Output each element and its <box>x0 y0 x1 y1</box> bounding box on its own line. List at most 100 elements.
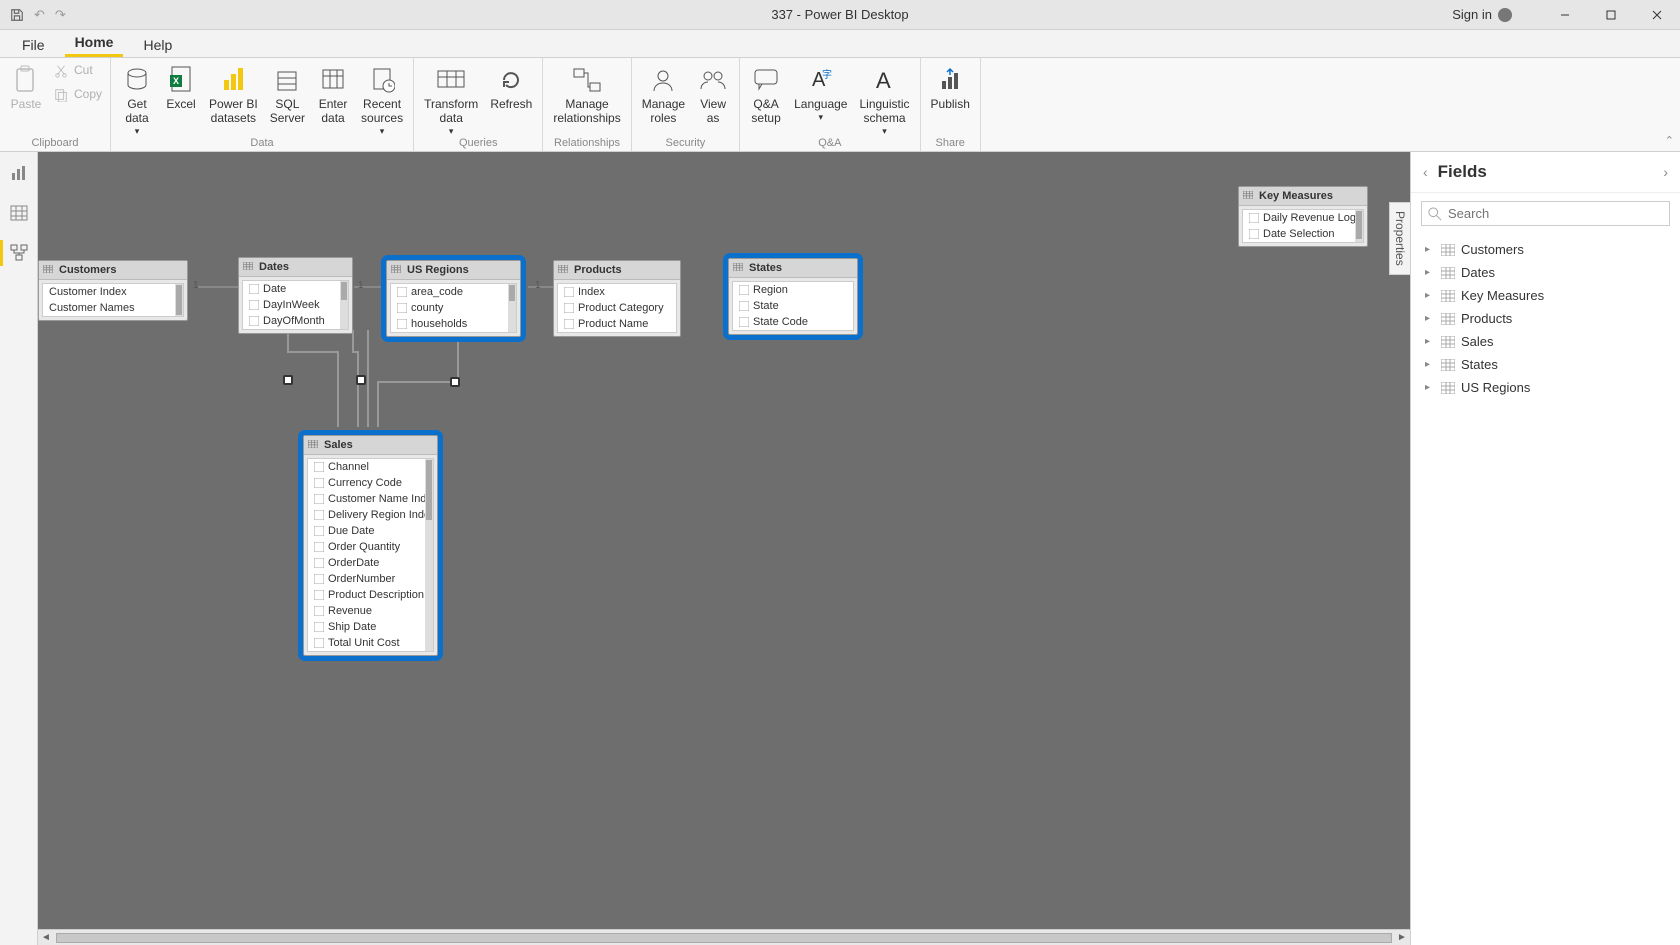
ribbon-caption-relationships: Relationships <box>547 137 626 151</box>
table-customers[interactable]: Customers Customer Index Customer Names <box>38 260 188 321</box>
fields-search[interactable] <box>1421 201 1670 226</box>
field-row[interactable]: Date <box>243 281 348 297</box>
scrollbar[interactable] <box>508 284 516 332</box>
model-view-button[interactable] <box>8 242 30 264</box>
field-row[interactable]: Total Unit Cost <box>308 635 433 651</box>
table-key-measures[interactable]: Key Measures Daily Revenue Logic Date Se… <box>1238 186 1368 247</box>
data-view-button[interactable] <box>8 202 30 224</box>
table-us-regions[interactable]: US Regions area_code county households <box>386 260 521 337</box>
sql-server-button[interactable]: SQL Server <box>264 60 311 126</box>
avatar-icon[interactable] <box>1498 8 1512 22</box>
save-icon[interactable] <box>10 8 24 22</box>
scrollbar[interactable] <box>175 284 183 316</box>
report-view-button[interactable] <box>8 162 30 184</box>
field-row[interactable]: DayOfMonth <box>243 313 348 329</box>
view-as-button[interactable]: View as <box>691 60 735 126</box>
search-input[interactable] <box>1448 206 1663 221</box>
ribbon-caption-share: Share <box>925 137 976 151</box>
field-row[interactable]: Product Name <box>558 316 676 332</box>
chevron-right-icon: ▸ <box>1425 336 1435 347</box>
scrollbar[interactable] <box>425 459 433 651</box>
get-data-button[interactable]: Get data▾ <box>115 60 159 136</box>
cut-button[interactable]: Cut <box>48 60 106 82</box>
linguistic-schema-button[interactable]: ALinguistic schema▾ <box>853 60 915 136</box>
fields-table-item[interactable]: ▸Dates <box>1411 261 1680 284</box>
chevron-right-icon: ▸ <box>1425 244 1435 255</box>
transform-data-button[interactable]: Transform data▾ <box>418 60 484 136</box>
field-row[interactable]: Product Category <box>558 300 676 316</box>
publish-button[interactable]: Publish <box>925 60 976 112</box>
field-row[interactable]: OrderNumber <box>308 571 433 587</box>
field-row[interactable]: Daily Revenue Logic <box>1243 210 1363 226</box>
table-icon <box>1441 290 1455 302</box>
field-row[interactable]: households <box>391 316 516 332</box>
excel-button[interactable]: XExcel <box>159 60 203 112</box>
close-button[interactable] <box>1634 0 1680 30</box>
powerbi-datasets-button[interactable]: Power BI datasets <box>203 60 264 126</box>
menu-help[interactable]: Help <box>133 33 182 57</box>
model-canvas[interactable]: Customers Customer Index Customer Names … <box>38 152 1410 945</box>
field-row[interactable]: Customer Name Index <box>308 491 433 507</box>
fields-table-item[interactable]: ▸States <box>1411 353 1680 376</box>
field-row[interactable]: Order Quantity <box>308 539 433 555</box>
qa-setup-button[interactable]: Q&A setup <box>744 60 788 126</box>
fields-table-item[interactable]: ▸Key Measures <box>1411 284 1680 307</box>
sign-in-button[interactable]: Sign in <box>1452 7 1492 22</box>
field-row[interactable]: Customer Names <box>43 300 183 316</box>
fields-table-item[interactable]: ▸US Regions <box>1411 376 1680 399</box>
collapse-pane-icon[interactable]: ‹ <box>1423 164 1428 180</box>
enter-data-button[interactable]: Enter data <box>311 60 355 126</box>
field-row[interactable]: Channel <box>308 459 433 475</box>
field-row[interactable]: Customer Index <box>43 284 183 300</box>
maximize-button[interactable] <box>1588 0 1634 30</box>
table-sales[interactable]: Sales Channel Currency Code Customer Nam… <box>303 435 438 656</box>
recent-sources-button[interactable]: Recent sources▾ <box>355 60 409 136</box>
field-row[interactable]: State <box>733 298 853 314</box>
horizontal-scrollbar[interactable]: ◄► <box>38 929 1410 945</box>
table-products[interactable]: Products Index Product Category Product … <box>553 260 681 337</box>
scrollbar[interactable] <box>1355 210 1363 242</box>
fields-table-item[interactable]: ▸Products <box>1411 307 1680 330</box>
field-row[interactable]: Currency Code <box>308 475 433 491</box>
field-row[interactable]: OrderDate <box>308 555 433 571</box>
ribbon-caption-qa: Q&A <box>744 137 915 151</box>
redo-icon[interactable]: ↷ <box>55 7 66 23</box>
field-row[interactable]: Index <box>558 284 676 300</box>
language-button[interactable]: A字Language▾ <box>788 60 853 122</box>
field-row[interactable]: Region <box>733 282 853 298</box>
field-row[interactable]: Date Selection <box>1243 226 1363 242</box>
chevron-right-icon: ▸ <box>1425 359 1435 370</box>
field-row[interactable]: State Code <box>733 314 853 330</box>
minimize-button[interactable] <box>1542 0 1588 30</box>
ribbon-group-queries: Transform data▾ Refresh Queries <box>414 58 543 151</box>
field-row[interactable]: area_code <box>391 284 516 300</box>
collapse-ribbon-button[interactable]: ⌃ <box>1665 134 1674 147</box>
table-states[interactable]: States Region State State Code <box>728 258 858 335</box>
manage-relationships-button[interactable]: Manage relationships <box>547 60 626 126</box>
field-row[interactable]: county <box>391 300 516 316</box>
properties-tab[interactable]: Properties <box>1389 202 1410 275</box>
table-dates[interactable]: Dates Date DayInWeek DayOfMonth <box>238 257 353 334</box>
undo-icon[interactable]: ↶ <box>34 7 45 23</box>
scrollbar[interactable] <box>340 281 348 329</box>
paste-button[interactable]: Paste <box>4 60 48 112</box>
field-row[interactable]: Delivery Region Index <box>308 507 433 523</box>
field-row[interactable]: DayInWeek <box>243 297 348 313</box>
ribbon-group-share: Publish Share <box>921 58 981 151</box>
relationship-node[interactable] <box>450 377 460 387</box>
fields-table-item[interactable]: ▸Customers <box>1411 238 1680 261</box>
chevron-right-icon: ▸ <box>1425 290 1435 301</box>
field-row[interactable]: Revenue <box>308 603 433 619</box>
field-row[interactable]: Due Date <box>308 523 433 539</box>
relationship-node[interactable] <box>356 375 366 385</box>
field-row[interactable]: Ship Date <box>308 619 433 635</box>
expand-pane-icon[interactable]: › <box>1663 164 1668 180</box>
copy-button[interactable]: Copy <box>48 84 106 106</box>
field-row[interactable]: Product Description I... <box>308 587 433 603</box>
relationship-node[interactable] <box>283 375 293 385</box>
refresh-button[interactable]: Refresh <box>484 60 538 112</box>
menu-file[interactable]: File <box>12 33 55 57</box>
menu-home[interactable]: Home <box>65 30 124 57</box>
fields-table-item[interactable]: ▸Sales <box>1411 330 1680 353</box>
manage-roles-button[interactable]: Manage roles <box>636 60 691 126</box>
